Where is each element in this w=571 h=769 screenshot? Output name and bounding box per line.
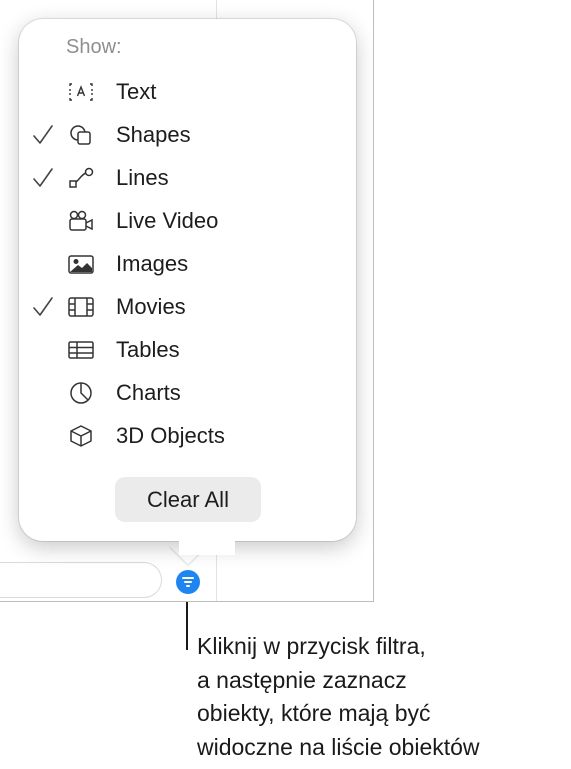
caption-line: widoczne na liście obiektów xyxy=(197,733,480,760)
caption-line: obiekty, które mają być xyxy=(197,700,431,726)
menu-item-tables[interactable]: Tables xyxy=(19,329,356,371)
clear-all-button[interactable]: Clear All xyxy=(115,477,261,522)
menu-item-label: Lines xyxy=(116,165,169,190)
shapes-icon xyxy=(70,125,91,145)
menu-item-label: Shapes xyxy=(116,122,191,147)
caption-line: a następnie zaznacz xyxy=(197,666,407,693)
menu-item-lines[interactable]: Lines xyxy=(19,157,356,199)
checkmark-icon xyxy=(33,125,53,144)
menu-item-text[interactable]: Text xyxy=(19,71,356,113)
filter-button[interactable] xyxy=(176,570,200,594)
image-icon xyxy=(68,255,94,274)
checkmark-icon xyxy=(33,297,53,316)
menu-item-shapes[interactable]: Shapes xyxy=(19,114,356,156)
callout-line xyxy=(186,602,188,650)
menu-item-label: Movies xyxy=(116,294,186,319)
filter-popover: Show: Text Shapes Lines Live Video Image… xyxy=(19,19,356,555)
caption-line: Kliknij w przycisk filtra, xyxy=(197,633,426,659)
menu-item-label: 3D Objects xyxy=(116,423,225,448)
popover-title: Show: xyxy=(66,36,122,58)
menu-item-3d-objects[interactable]: 3D Objects xyxy=(19,415,356,457)
menu-item-label: Tables xyxy=(116,337,180,362)
menu-item-label: Images xyxy=(116,251,189,276)
menu-item-images[interactable]: Images xyxy=(19,243,356,285)
menu-item-live-video[interactable]: Live Video xyxy=(19,200,356,242)
text-box-icon xyxy=(69,83,93,101)
menu-item-label: Text xyxy=(116,79,157,104)
pie-chart-icon xyxy=(70,382,92,404)
lines-icon xyxy=(69,167,94,188)
checkmark-icon xyxy=(33,168,53,187)
menu-item-movies[interactable]: Movies xyxy=(19,286,356,328)
menu-item-label: Live Video xyxy=(116,208,219,233)
camera-icon xyxy=(69,210,93,231)
cube-icon xyxy=(70,425,92,447)
table-icon xyxy=(68,341,94,359)
caption: Kliknij w przycisk filtra, a następnie z… xyxy=(197,630,567,764)
menu-item-label: Charts xyxy=(116,380,181,405)
menu-item-charts[interactable]: Charts xyxy=(19,372,356,414)
object-list-panel: Show: Text Shapes Lines Live Video Image… xyxy=(0,0,374,602)
search-field[interactable] xyxy=(0,562,162,598)
film-icon xyxy=(68,297,94,317)
